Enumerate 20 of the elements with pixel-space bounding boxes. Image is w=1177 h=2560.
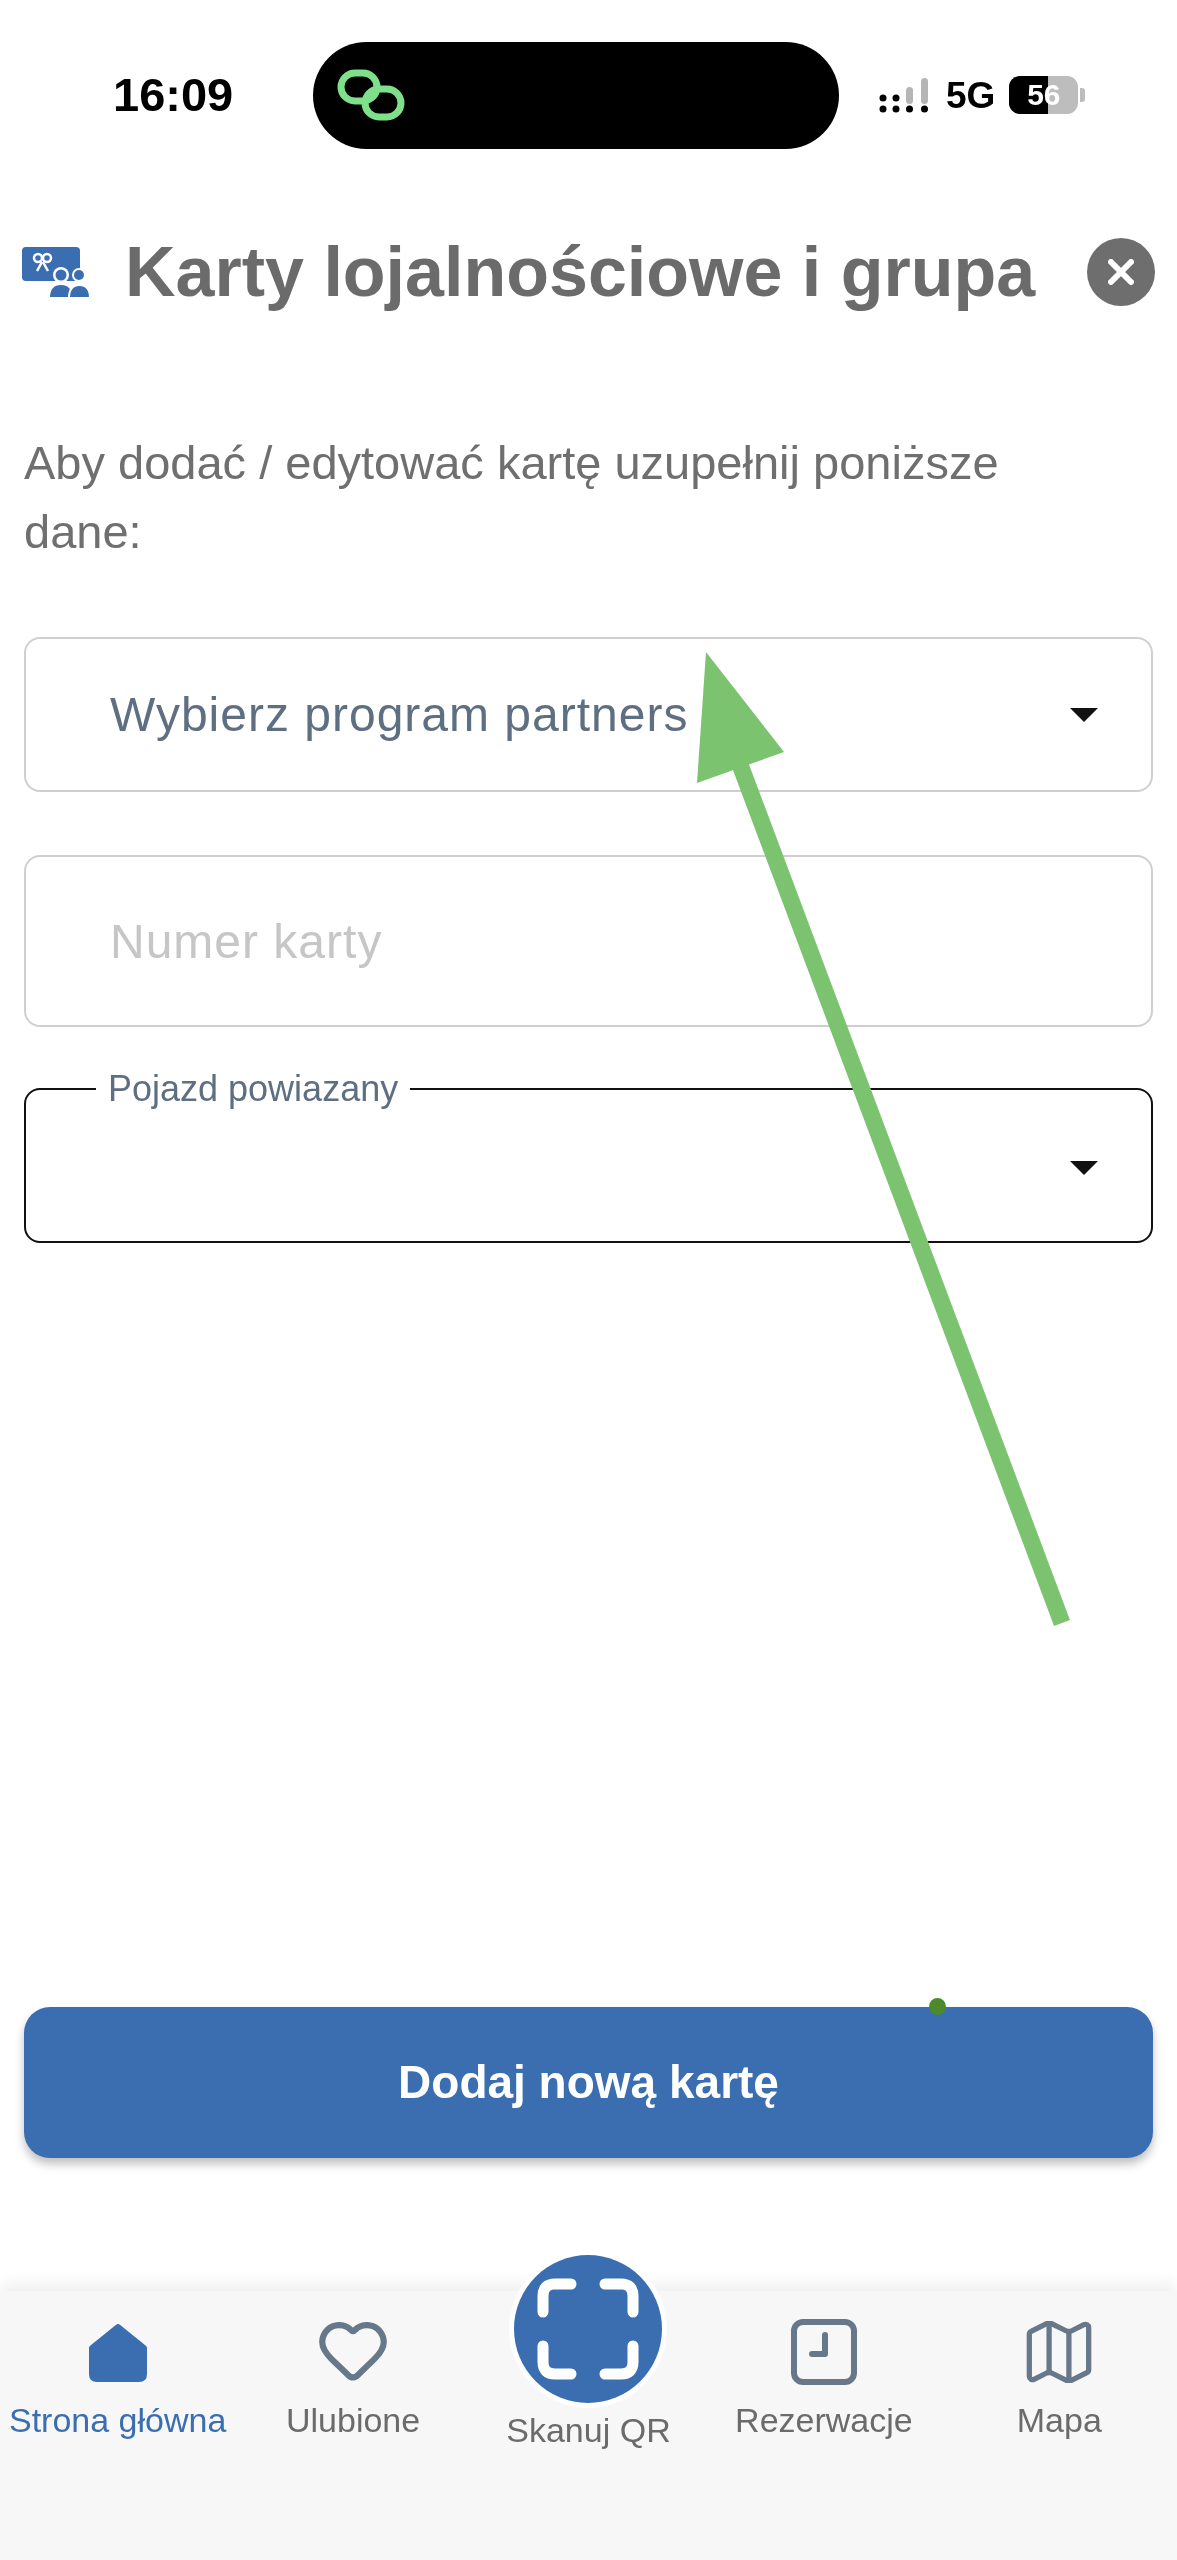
nav-tab[interactable]: Skanuj QR <box>470 2250 707 2450</box>
network-label: 5G <box>946 76 996 114</box>
intro-text: Aby dodać / edytować kartę uzupełnij poniższe dane: <box>24 435 1000 560</box>
card-number-input[interactable]: Numer karty <box>24 855 1153 1027</box>
close-icon <box>1108 259 1134 285</box>
card-people-icon <box>22 245 92 299</box>
heart-icon <box>319 2322 388 2382</box>
page-title: Karty lojalnościowe i grupa <box>125 232 1036 312</box>
caret-icon <box>1070 707 1098 722</box>
nav-tab[interactable]: Rezerwacje <box>706 2291 942 2440</box>
map-icon <box>1025 2321 1094 2383</box>
add-card-button[interactable]: Dodaj nową kartę <box>24 2007 1153 2158</box>
partner-program-select[interactable]: Wybierz program partners <box>24 637 1153 792</box>
nav-tab[interactable]: Mapa <box>941 2291 1177 2440</box>
link-icon <box>337 69 405 121</box>
nav-tab[interactable]: Ulubione <box>235 2291 471 2440</box>
nav-tab[interactable]: Strona główna <box>0 2291 236 2440</box>
status-time: 16:09 <box>113 67 234 121</box>
clock-icon <box>790 2319 857 2385</box>
caret-icon <box>1070 1160 1098 1175</box>
